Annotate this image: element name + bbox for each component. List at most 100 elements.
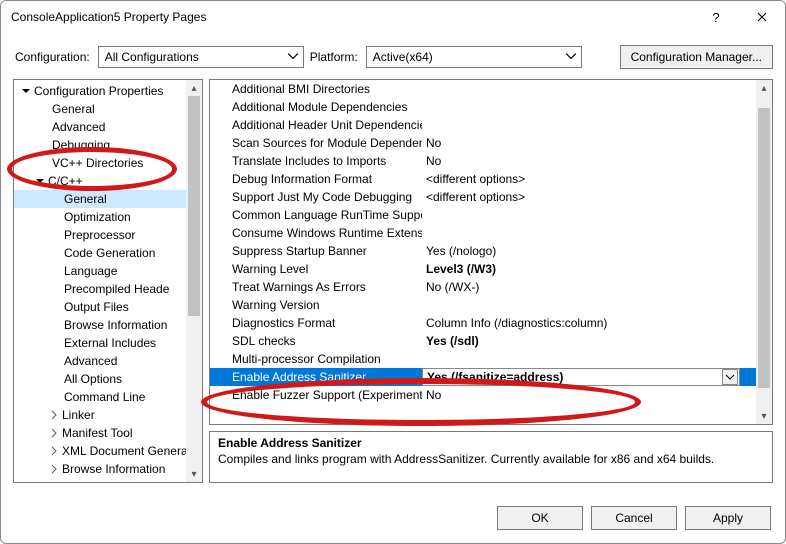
- property-row[interactable]: Additional Header Unit Dependencies: [210, 116, 756, 134]
- tree-node[interactable]: Debugging: [14, 136, 202, 154]
- property-row[interactable]: Common Language RunTime Support: [210, 206, 756, 224]
- property-name: Translate Includes to Imports: [210, 154, 422, 168]
- property-row[interactable]: Multi-processor Compilation: [210, 350, 756, 368]
- expand-icon[interactable]: [48, 409, 60, 421]
- scroll-down-icon[interactable]: ▾: [186, 466, 202, 482]
- configuration-manager-button[interactable]: Configuration Manager...: [620, 45, 773, 69]
- tree-node[interactable]: Precompiled Heade: [14, 280, 202, 298]
- tree-node[interactable]: VC++ Directories: [14, 154, 202, 172]
- expand-icon[interactable]: [48, 427, 60, 439]
- property-row[interactable]: Warning LevelLevel3 (/W3): [210, 260, 756, 278]
- property-value[interactable]: No: [422, 136, 756, 150]
- property-value[interactable]: Yes (/nologo): [422, 244, 756, 258]
- property-name: Treat Warnings As Errors: [210, 280, 422, 294]
- property-row[interactable]: Debug Information Format<different optio…: [210, 170, 756, 188]
- tree-node[interactable]: Preprocessor: [14, 226, 202, 244]
- tree-node[interactable]: Browse Information: [14, 460, 202, 478]
- config-bar: Configuration: All Configurations Platfo…: [1, 33, 785, 79]
- tree-node[interactable]: Manifest Tool: [14, 424, 202, 442]
- scroll-track[interactable]: [186, 96, 202, 466]
- tree-node[interactable]: External Includes: [14, 334, 202, 352]
- tree-node[interactable]: Linker: [14, 406, 202, 424]
- scroll-down-icon[interactable]: ▾: [756, 408, 772, 424]
- tree-node[interactable]: General: [14, 190, 202, 208]
- chevron-down-icon: [565, 50, 577, 62]
- property-row[interactable]: Additional BMI Directories: [210, 80, 756, 98]
- platform-combo[interactable]: Active(x64): [366, 46, 582, 68]
- property-value[interactable]: Level3 (/W3): [422, 262, 756, 276]
- scroll-track[interactable]: [756, 96, 772, 408]
- property-name: Multi-processor Compilation: [210, 352, 422, 366]
- configuration-label: Configuration:: [15, 50, 90, 64]
- property-name: Consume Windows Runtime Extension: [210, 226, 422, 240]
- property-row[interactable]: Translate Includes to ImportsNo: [210, 152, 756, 170]
- tree-node[interactable]: Code Generation: [14, 244, 202, 262]
- scroll-thumb[interactable]: [188, 96, 200, 316]
- expand-icon[interactable]: [48, 445, 60, 457]
- dialog-body: Configuration Properties GeneralAdvanced…: [1, 79, 785, 493]
- property-row[interactable]: Treat Warnings As ErrorsNo (/WX-): [210, 278, 756, 296]
- tree-node[interactable]: Language: [14, 262, 202, 280]
- tree-node[interactable]: Advanced: [14, 118, 202, 136]
- property-value[interactable]: No (/WX-): [422, 280, 756, 294]
- tree-node-root[interactable]: Configuration Properties: [14, 82, 202, 100]
- property-value[interactable]: No: [422, 388, 756, 402]
- property-name: Common Language RunTime Support: [210, 208, 422, 222]
- property-grid[interactable]: Additional BMI Directories Additional Mod…: [209, 79, 773, 425]
- dropdown-button[interactable]: [722, 369, 738, 385]
- property-row[interactable]: Consume Windows Runtime Extension: [210, 224, 756, 242]
- tree-node[interactable]: Browse Information: [14, 316, 202, 334]
- property-row[interactable]: Additional Module Dependencies: [210, 98, 756, 116]
- tree-label: Configuration Properties: [34, 84, 163, 98]
- apply-button[interactable]: Apply: [685, 506, 771, 530]
- scroll-up-icon[interactable]: ▴: [186, 80, 202, 96]
- expand-icon[interactable]: [34, 175, 46, 187]
- property-name: Suppress Startup Banner: [210, 244, 422, 258]
- tree-node[interactable]: General: [14, 100, 202, 118]
- property-row[interactable]: Support Just My Code Debugging<different…: [210, 188, 756, 206]
- scroll-up-icon[interactable]: ▴: [756, 80, 772, 96]
- property-value[interactable]: Yes (/fsanitize=address): [422, 368, 740, 386]
- property-name: Warning Version: [210, 298, 422, 312]
- tree-node-cpp[interactable]: C/C++: [14, 172, 202, 190]
- nav-tree[interactable]: Configuration Properties GeneralAdvanced…: [13, 79, 203, 483]
- property-value[interactable]: <different options>: [422, 190, 756, 204]
- property-row[interactable]: Enable Fuzzer Support (Experimental)No: [210, 386, 756, 404]
- property-row[interactable]: Suppress Startup BannerYes (/nologo): [210, 242, 756, 260]
- tree-node[interactable]: Advanced: [14, 352, 202, 370]
- grid-scrollbar[interactable]: ▴ ▾: [756, 80, 772, 424]
- property-name: Additional Module Dependencies: [210, 100, 422, 114]
- close-icon: [757, 12, 767, 22]
- tree-node[interactable]: Command Line: [14, 388, 202, 406]
- tree-node[interactable]: All Options: [14, 370, 202, 388]
- property-value[interactable]: <different options>: [422, 172, 756, 186]
- dialog-footer: OK Cancel Apply: [1, 493, 785, 543]
- property-name: Enable Address Sanitizer: [210, 370, 422, 384]
- expand-icon[interactable]: [20, 85, 32, 97]
- tree-scrollbar[interactable]: ▴ ▾: [186, 80, 202, 482]
- configuration-combo[interactable]: All Configurations: [98, 46, 304, 68]
- property-row[interactable]: Enable Address SanitizerYes (/fsanitize=…: [210, 368, 756, 386]
- platform-label: Platform:: [310, 50, 358, 64]
- close-button[interactable]: [739, 1, 785, 33]
- property-row[interactable]: Scan Sources for Module DependenciesNo: [210, 134, 756, 152]
- property-row[interactable]: Warning Version: [210, 296, 756, 314]
- scroll-thumb[interactable]: [758, 108, 770, 388]
- tree-node[interactable]: XML Document Genera: [14, 442, 202, 460]
- titlebar: ConsoleApplication5 Property Pages ?: [1, 1, 785, 33]
- property-name: Additional BMI Directories: [210, 82, 422, 96]
- property-row[interactable]: SDL checksYes (/sdl): [210, 332, 756, 350]
- property-row[interactable]: Diagnostics FormatColumn Info (/diagnost…: [210, 314, 756, 332]
- help-button[interactable]: ?: [693, 1, 739, 33]
- tree-node[interactable]: Optimization: [14, 208, 202, 226]
- expand-icon[interactable]: [48, 463, 60, 475]
- ok-button[interactable]: OK: [497, 506, 583, 530]
- cancel-button[interactable]: Cancel: [591, 506, 677, 530]
- window-title: ConsoleApplication5 Property Pages: [11, 10, 693, 24]
- property-value[interactable]: Yes (/sdl): [422, 334, 756, 348]
- property-value[interactable]: No: [422, 154, 756, 168]
- property-value[interactable]: Column Info (/diagnostics:column): [422, 316, 756, 330]
- property-name: Diagnostics Format: [210, 316, 422, 330]
- tree-node[interactable]: Output Files: [14, 298, 202, 316]
- property-name: SDL checks: [210, 334, 422, 348]
